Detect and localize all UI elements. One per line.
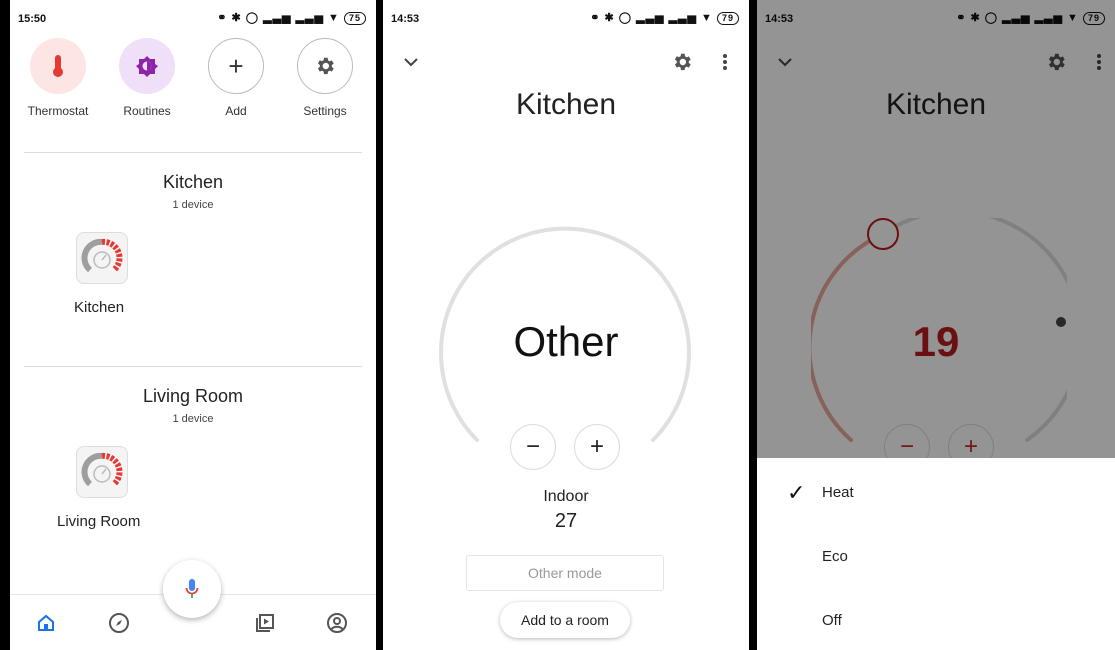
alarm-icon: ◯ (245, 12, 260, 24)
room-title-kitchen: Kitchen (162, 172, 224, 192)
home-icon[interactable] (34, 611, 58, 635)
settings-shortcut[interactable]: Settings (290, 38, 360, 118)
mode-option-heat[interactable]: ✓ Heat (757, 472, 1115, 512)
account-icon[interactable] (325, 611, 349, 635)
divider (24, 152, 362, 153)
divider (24, 366, 362, 367)
shortcut-label: Routines (123, 104, 171, 118)
decrease-button[interactable]: − (510, 424, 556, 470)
wifi-icon: ▼ (328, 12, 340, 24)
chevron-down-icon[interactable] (399, 50, 423, 74)
indoor-label: Indoor (543, 488, 589, 505)
mode-option-off[interactable]: Off (757, 600, 1115, 640)
status-bar: 14:53 ⚭ ✱ ◯ ▂▃▅ ▂▃▅ ▼ 79 (383, 0, 749, 34)
routines-shortcut[interactable]: Routines (112, 38, 182, 118)
thermostat-shortcut[interactable]: Thermostat (23, 38, 93, 118)
signal-icon: ▂▃▅ (295, 12, 324, 24)
battery-indicator: 79 (716, 12, 739, 25)
increase-button[interactable]: + (574, 424, 620, 470)
status-icons: ⚭ ✱ ◯ ▂▃▅ ▂▃▅ ▼ 75 (217, 11, 366, 25)
home-screen: 15:50 ⚭ ✱ ◯ ▂▃▅ ▂▃▅ ▼ 75 Thermostat Rout… (10, 0, 376, 650)
gear-icon (297, 38, 353, 94)
bluetooth-icon: ✱ (231, 12, 242, 24)
room-device-count: 1 device (172, 413, 214, 425)
status-icons: ⚭ ✱ ◯ ▂▃▅ ▂▃▅ ▼ 79 (590, 11, 739, 25)
plus-icon: + (589, 433, 604, 460)
shortcut-label: Settings (303, 104, 347, 118)
status-time: 15:50 (18, 13, 47, 25)
mode-bottom-sheet: ✓ Heat Eco Off (757, 458, 1115, 650)
alarm-icon: ◯ (618, 12, 633, 24)
minus-icon: − (525, 433, 540, 460)
add-shortcut[interactable]: + Add (201, 38, 271, 118)
device-name: Living Room (57, 513, 141, 530)
mode-display: Other (513, 318, 619, 365)
checkmark-icon: ✓ (787, 480, 806, 505)
signal-icon: ▂▃▅ (636, 12, 665, 24)
thermostat-device-tile-living-room[interactable] (76, 446, 128, 498)
battery-indicator: 75 (343, 12, 366, 25)
mic-icon (185, 579, 199, 598)
mode-option-eco[interactable]: Eco (757, 536, 1115, 576)
mode-option-label: Heat (822, 484, 854, 501)
indoor-temperature: 27 (554, 510, 578, 532)
headphones-icon: ⚭ (217, 12, 228, 24)
shortcut-label: Thermostat (27, 104, 89, 118)
thermostat-device-tile-kitchen[interactable] (76, 232, 128, 284)
plus-icon: + (208, 38, 264, 94)
room-title-living-room: Living Room (142, 386, 244, 406)
bluetooth-icon: ✱ (604, 12, 615, 24)
thermostat-screen: 14:53 ⚭ ✱ ◯ ▂▃▅ ▂▃▅ ▼ 79 Kitchen Other −… (383, 0, 749, 650)
status-time: 14:53 (391, 13, 420, 25)
shortcut-label: Add (225, 104, 247, 118)
thermostat-device-icon (81, 452, 123, 487)
thermostat-device-icon (81, 238, 123, 273)
signal-icon: ▂▃▅ (668, 12, 697, 24)
mode-option-label: Off (822, 612, 842, 629)
device-name: Kitchen (74, 299, 125, 316)
room-device-count: 1 device (172, 199, 214, 211)
mode-sheet-screen: 14:53 ⚭ ✱ ◯ ▂▃▅ ▂▃▅ ▼ 79 Kitchen 19 − + … (757, 0, 1115, 650)
routines-icon (119, 38, 175, 94)
signal-icon: ▂▃▅ (263, 12, 292, 24)
explore-icon[interactable] (107, 611, 131, 635)
device-title: Kitchen (515, 88, 617, 121)
thermometer-icon (30, 38, 86, 94)
wifi-icon: ▼ (701, 12, 713, 24)
mic-button[interactable] (163, 560, 221, 618)
gear-icon[interactable] (670, 50, 694, 74)
add-to-room-button[interactable]: Add to a room (500, 602, 630, 638)
mode-option-label: Eco (822, 548, 848, 565)
more-vert-icon[interactable] (713, 50, 737, 74)
media-icon[interactable] (253, 611, 277, 635)
scrim-overlay[interactable] (757, 0, 1115, 458)
mode-selector[interactable]: Other mode (466, 555, 664, 591)
status-bar: 15:50 ⚭ ✱ ◯ ▂▃▅ ▂▃▅ ▼ 75 (10, 0, 376, 34)
headphones-icon: ⚭ (590, 12, 601, 24)
